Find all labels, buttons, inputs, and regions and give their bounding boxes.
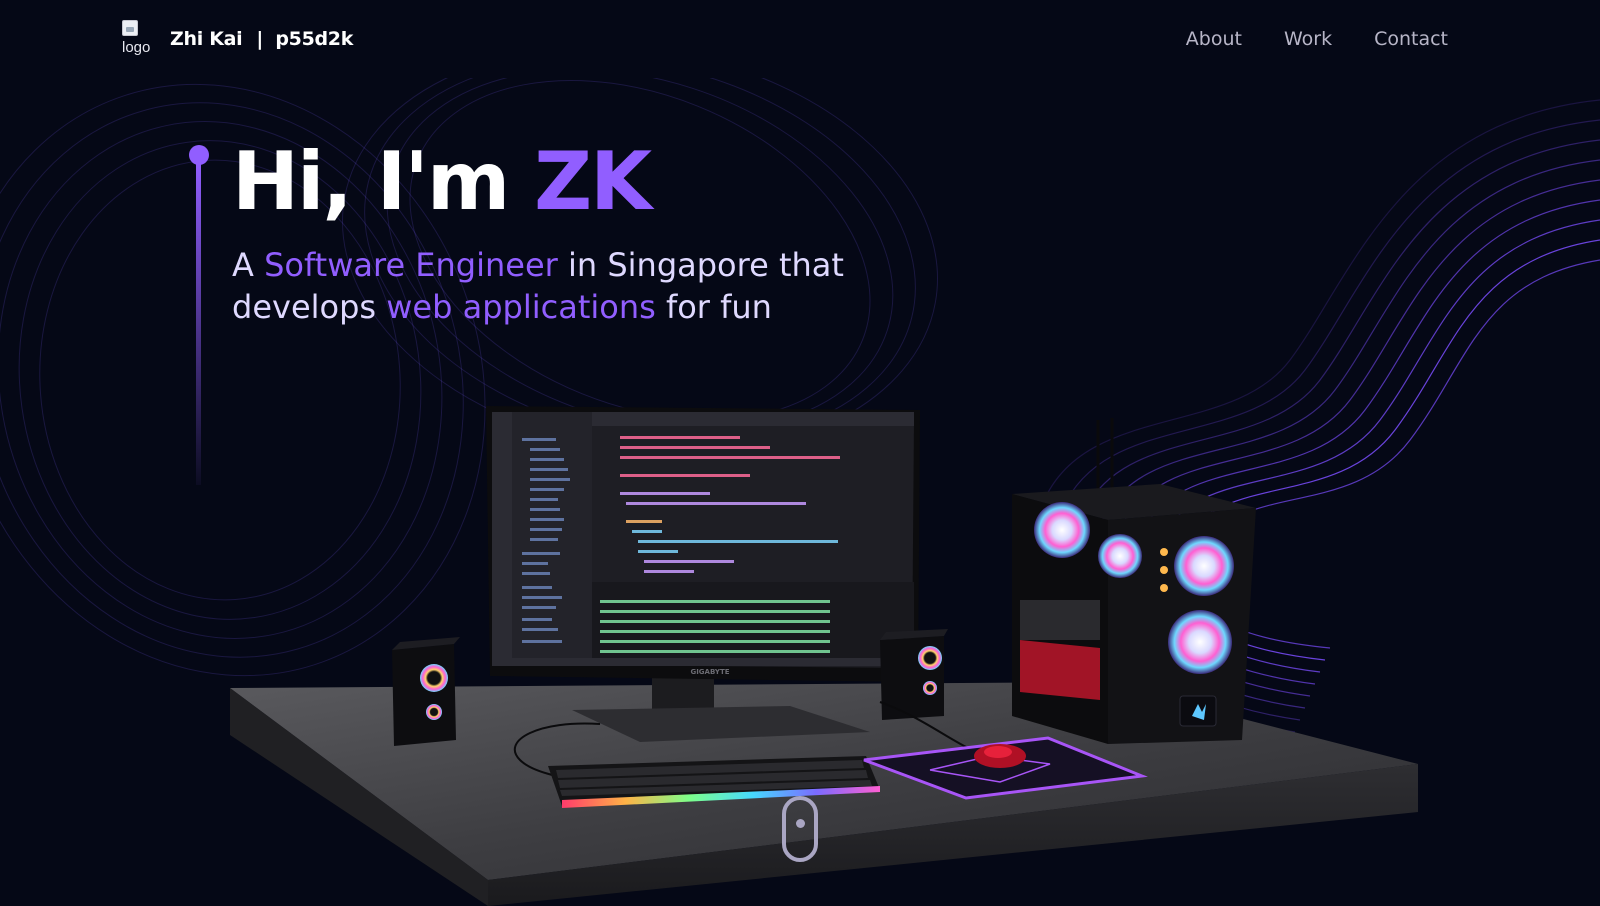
scroll-dot bbox=[796, 819, 805, 828]
left-speaker bbox=[392, 637, 460, 746]
scroll-mouse-icon[interactable] bbox=[782, 796, 818, 862]
monitor-brand-label: GIGABYTE bbox=[690, 668, 729, 676]
monitor-screen-code-editor bbox=[492, 412, 914, 668]
desk-setup-3d-scene[interactable]: GIGABYTE bbox=[0, 0, 1600, 906]
gaming-pc-case bbox=[1012, 418, 1256, 744]
